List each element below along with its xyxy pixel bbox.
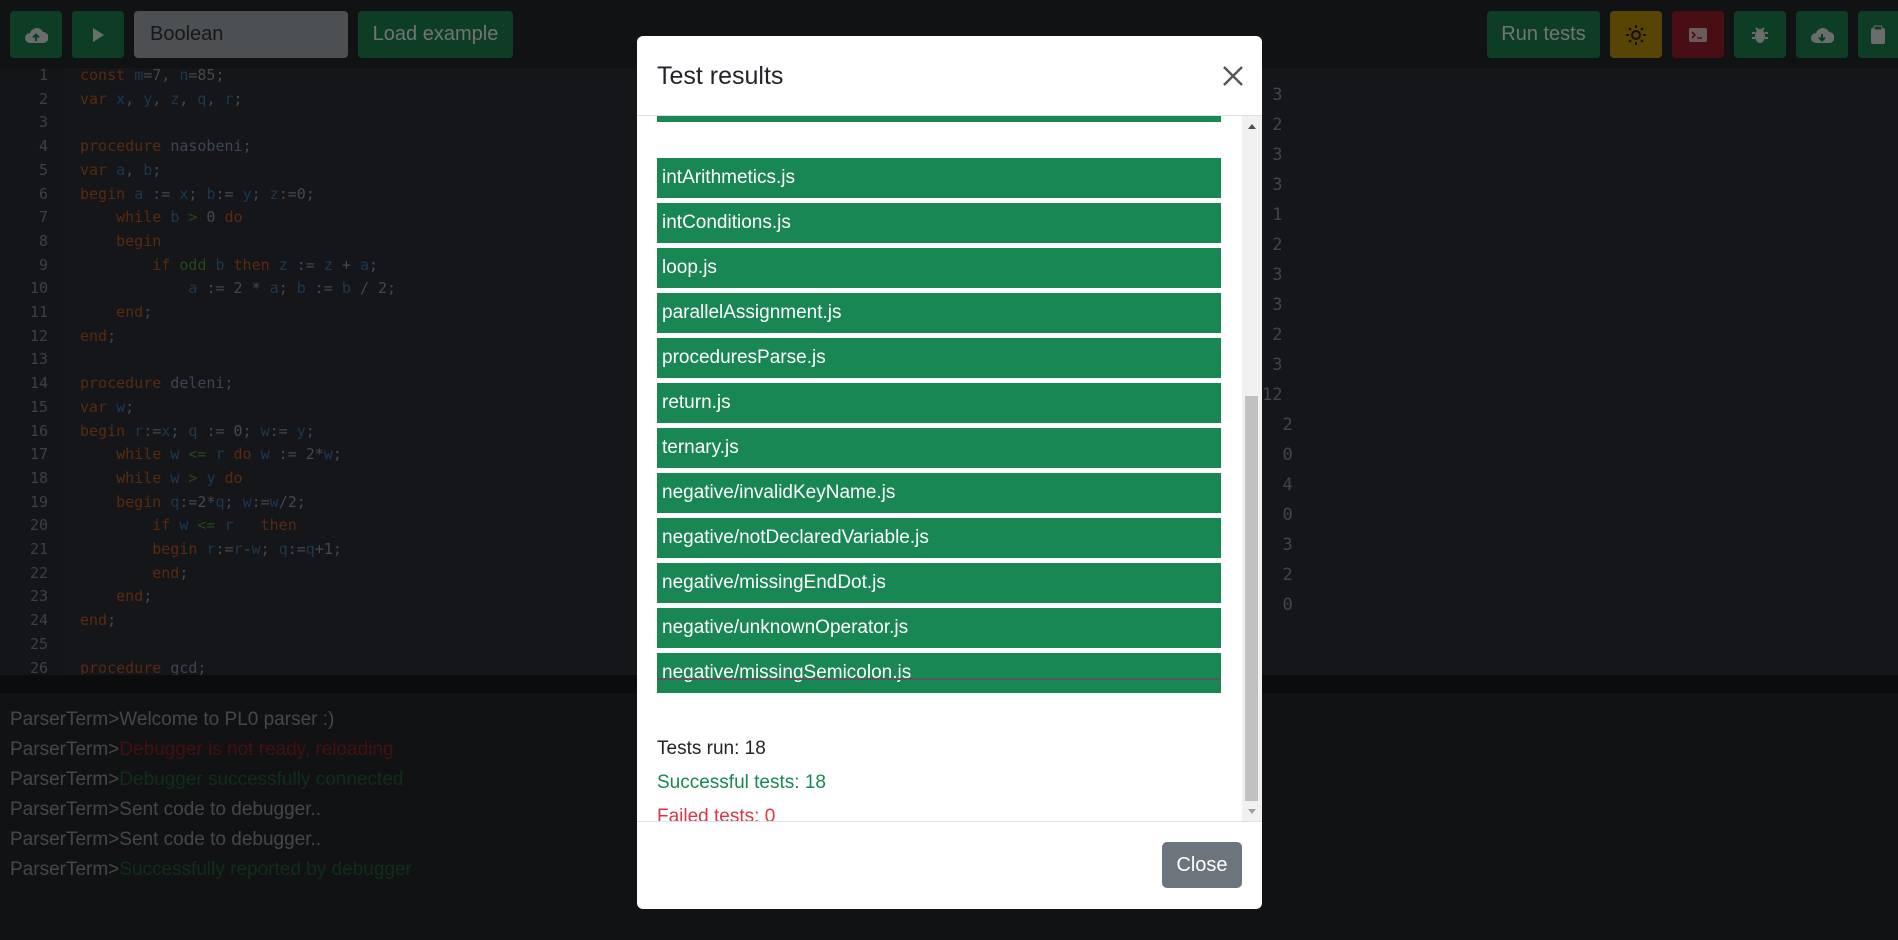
modal-footer: Close bbox=[637, 821, 1262, 909]
close-icon bbox=[1223, 66, 1243, 86]
test-result-item: parallelAssignment.js bbox=[657, 293, 1221, 333]
modal-header: Test results bbox=[637, 36, 1262, 116]
modal-close-button[interactable] bbox=[1218, 61, 1248, 91]
test-result-item: negative/missingSemicolon.js bbox=[657, 653, 1221, 693]
test-result-item: loop.js bbox=[657, 248, 1221, 288]
test-result-item: negative/missingEndDot.js bbox=[657, 563, 1221, 603]
test-result-item: intConditions.js bbox=[657, 203, 1221, 243]
modal-body: intArithmetics.js intConditions.js loop.js… bbox=[637, 116, 1262, 821]
successful-tests-count: Successful tests: 18 bbox=[657, 772, 826, 793]
test-result-item: return.js bbox=[657, 383, 1221, 423]
scroll-up-arrow-icon bbox=[1248, 124, 1256, 129]
close-button-label: Close bbox=[1176, 853, 1228, 876]
results-divider bbox=[657, 678, 1221, 680]
test-result-item: negative/notDeclaredVariable.js bbox=[657, 518, 1221, 558]
test-result-item: proceduresParse.js bbox=[657, 338, 1221, 378]
test-result-item: ternary.js bbox=[657, 428, 1221, 468]
test-result-item: intArithmetics.js bbox=[657, 158, 1221, 198]
test-item-partial bbox=[657, 116, 1221, 122]
test-results-modal: Test results intArithmetics.js intConditi… bbox=[637, 36, 1262, 909]
tests-run-count: Tests run: 18 bbox=[657, 738, 766, 759]
scrollbar-thumb[interactable] bbox=[1245, 396, 1258, 801]
close-button[interactable]: Close bbox=[1162, 842, 1242, 888]
modal-title: Test results bbox=[657, 62, 784, 90]
failed-tests-count: Failed tests: 0 bbox=[657, 806, 776, 821]
test-result-item: negative/invalidKeyName.js bbox=[657, 473, 1221, 513]
modal-scrollbar[interactable] bbox=[1242, 116, 1262, 821]
test-result-item: negative/unknownOperator.js bbox=[657, 608, 1221, 648]
scroll-down-arrow-icon bbox=[1248, 809, 1256, 814]
